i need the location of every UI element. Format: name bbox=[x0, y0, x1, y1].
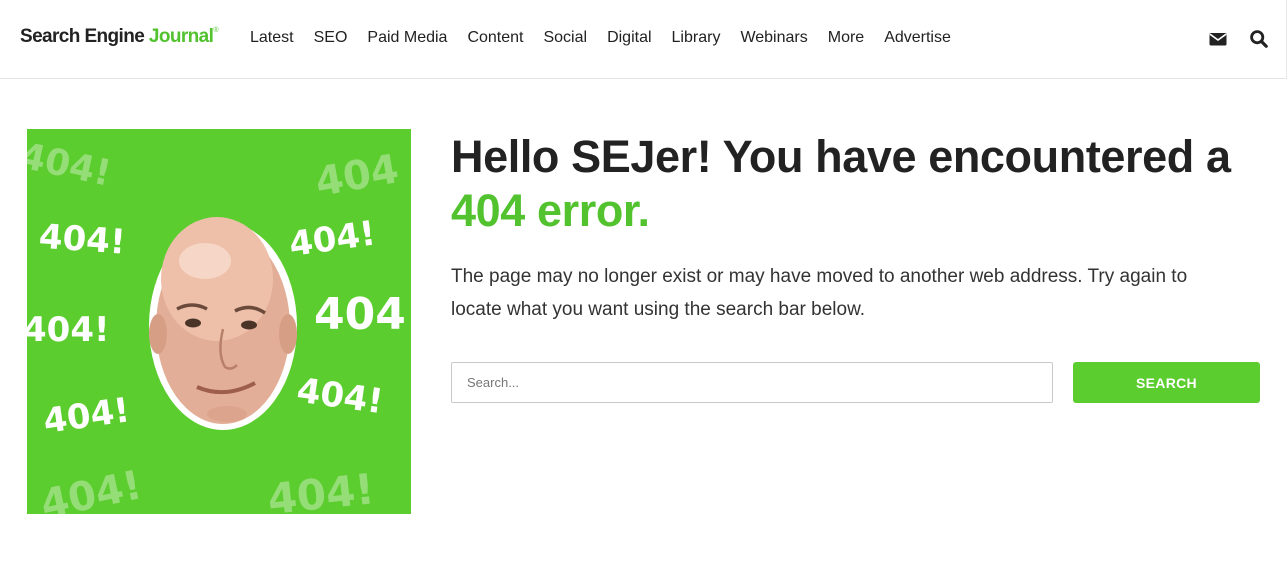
page-title-accent: 404 error. bbox=[451, 185, 650, 236]
404-illustration: 404! 404 404! 404! 404! 404! 404 404! 40… bbox=[27, 129, 411, 514]
image-text-404: 404! bbox=[38, 217, 127, 263]
logo-text-search-engine: Search Engine bbox=[20, 26, 145, 47]
nav-item-content[interactable]: Content bbox=[457, 28, 533, 48]
site-logo[interactable]: Search Engine Journal® bbox=[20, 26, 218, 48]
main-nav: Latest SEO Paid Media Content Social Dig… bbox=[240, 28, 961, 48]
page-title: Hello SEJer! You have encountered a 404 … bbox=[451, 130, 1281, 238]
image-text-404: 404! bbox=[27, 310, 109, 350]
image-text-404: 404 bbox=[314, 289, 406, 340]
nav-item-paid-media[interactable]: Paid Media bbox=[357, 28, 457, 48]
error-description: The page may no longer exist or may have… bbox=[451, 266, 1188, 320]
search-input[interactable] bbox=[451, 362, 1053, 403]
nav-item-more[interactable]: More bbox=[818, 28, 874, 48]
logo-text-journal: Journal bbox=[148, 26, 214, 47]
nav-item-seo[interactable]: SEO bbox=[304, 28, 358, 48]
page-title-main: Hello SEJer! You have encountered a bbox=[451, 131, 1231, 182]
envelope-icon[interactable] bbox=[1208, 29, 1228, 49]
search-button[interactable]: SEARCH bbox=[1073, 362, 1260, 403]
site-header: Search Engine Journal® Latest SEO Paid M… bbox=[0, 0, 1287, 79]
nav-item-digital[interactable]: Digital bbox=[597, 28, 661, 48]
nav-item-webinars[interactable]: Webinars bbox=[730, 28, 817, 48]
nav-item-library[interactable]: Library bbox=[662, 28, 731, 48]
logo-registered-mark: ® bbox=[213, 27, 218, 34]
nav-item-latest[interactable]: Latest bbox=[240, 28, 304, 48]
search-icon[interactable] bbox=[1249, 29, 1269, 49]
nav-item-advertise[interactable]: Advertise bbox=[874, 28, 961, 48]
nav-item-social[interactable]: Social bbox=[533, 28, 597, 48]
